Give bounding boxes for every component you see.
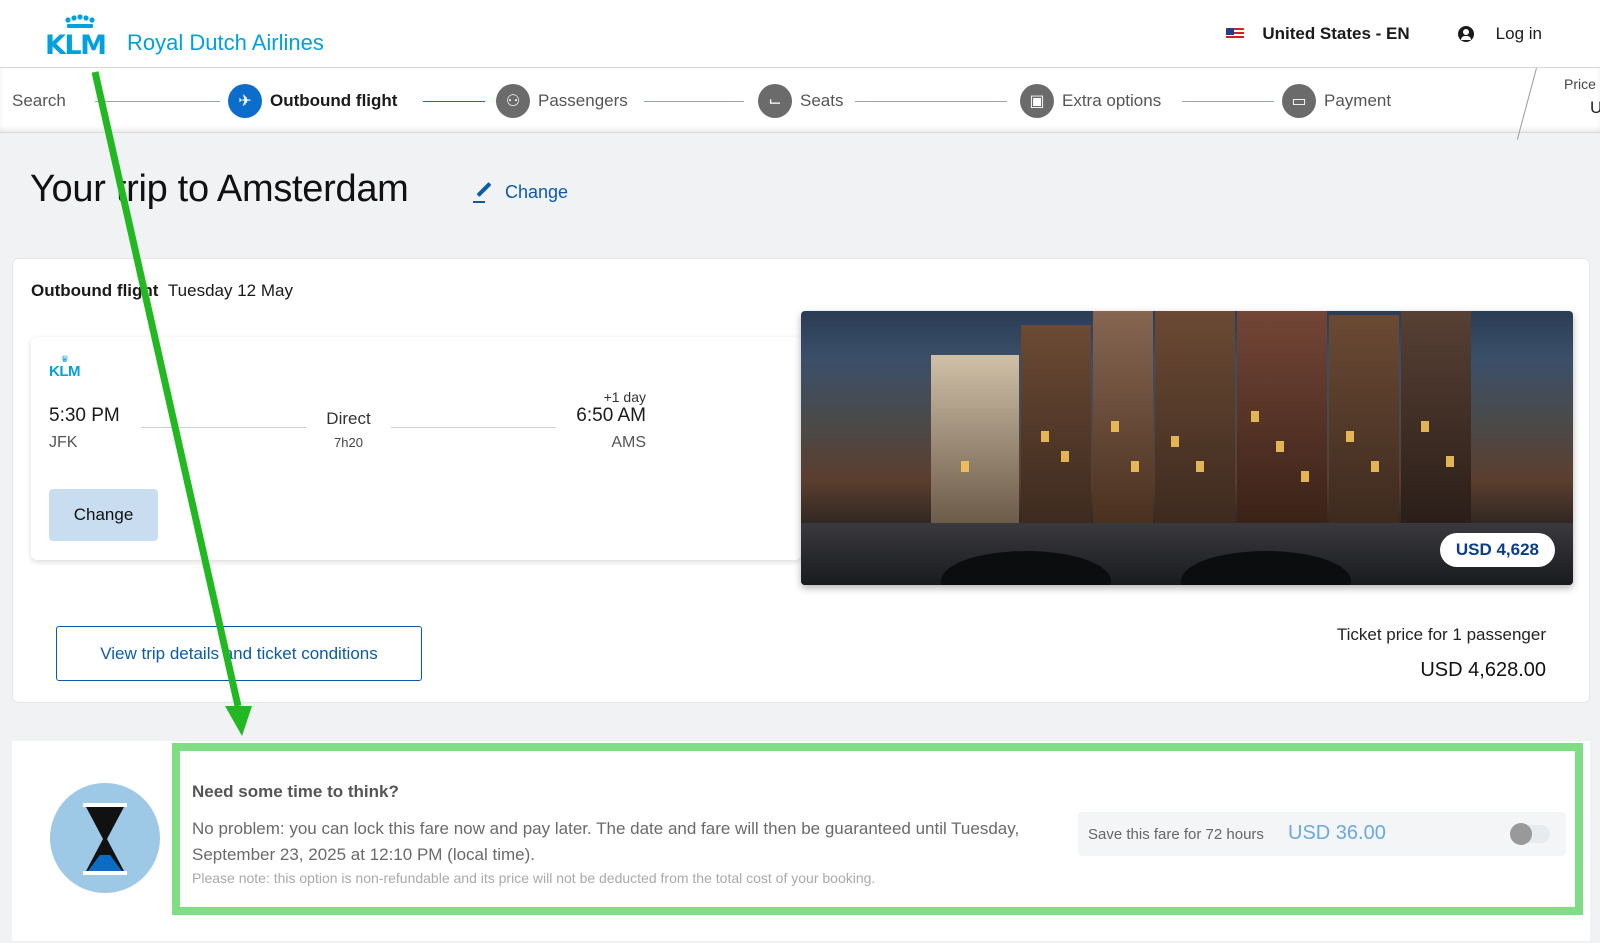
header-utilities: United States - EN Log in <box>1226 24 1542 44</box>
step-seats[interactable]: ⌙ Seats <box>758 84 843 118</box>
step-label: Extra options <box>1062 91 1162 110</box>
svg-text:KLM: KLM <box>45 30 106 56</box>
annotation-highlight-box <box>172 743 1583 915</box>
step-label: Seats <box>800 91 844 110</box>
price-tab-value: U <box>1590 98 1600 117</box>
change-trip-link[interactable]: Change <box>473 181 568 203</box>
step-search[interactable]: Search <box>0 84 66 118</box>
flight-summary: ♛ KLM 5:30 PM JFK Direct 7h20 +1 day 6:50… <box>31 337 801 560</box>
price-tab-label: Price <box>1564 76 1596 92</box>
step-connector <box>423 101 485 102</box>
ticket-price-label: Ticket price for 1 passenger <box>1336 625 1546 644</box>
step-connector <box>855 101 1007 102</box>
departure-time: 5:30 PM <box>49 405 120 426</box>
user-icon[interactable] <box>1457 26 1474 42</box>
step-passengers[interactable]: ⚇ Passengers <box>496 84 628 118</box>
seat-icon: ⌙ <box>758 84 792 118</box>
outbound-date: Tuesday 12 May <box>167 281 293 300</box>
step-outbound-flight[interactable]: ✈ Outbound flight <box>228 84 397 118</box>
tab-divider <box>1516 68 1537 140</box>
step-connector <box>95 101 220 102</box>
search-step-icon <box>0 84 6 118</box>
step-extra-options[interactable]: ▣ Extra options <box>1020 84 1161 118</box>
login-link[interactable]: Log in <box>1496 24 1542 44</box>
step-connector <box>644 101 744 102</box>
step-connector <box>1182 101 1274 102</box>
booking-progress-steps: Search ✈ Outbound flight ⚇ Passengers ⌙ … <box>0 67 1600 140</box>
plane-icon: ✈ <box>228 84 262 118</box>
outbound-heading: Outbound flight Tuesday 12 May <box>31 281 293 301</box>
klm-mini-logo-icon: ♛ KLM <box>49 354 81 381</box>
stops-label: Direct <box>326 409 371 428</box>
hourglass-icon <box>50 783 160 893</box>
step-label: Payment <box>1324 91 1392 110</box>
luggage-icon: ▣ <box>1020 84 1054 118</box>
klm-crown-logo-icon: KLM <box>45 14 115 61</box>
price-summary-tab[interactable]: Price U <box>1512 68 1600 140</box>
klm-logo[interactable]: KLM Royal Dutch Airlines <box>45 14 324 61</box>
departure-airport: JFK <box>49 434 78 451</box>
pencil-icon <box>473 181 495 203</box>
route-line <box>141 427 306 428</box>
brand-name: Royal Dutch Airlines <box>127 30 324 55</box>
arrival-time: 6:50 AM <box>576 405 646 426</box>
photo-price-badge: USD 4,628 <box>1439 533 1555 567</box>
step-label: Search <box>12 91 66 110</box>
arrival-airport: AMS <box>611 434 646 451</box>
site-header: KLM Royal Dutch Airlines United States -… <box>0 0 1600 67</box>
route-line <box>391 427 556 428</box>
change-link-label: Change <box>505 181 569 202</box>
step-label: Passengers <box>538 91 628 110</box>
step-payment[interactable]: ▭ Payment <box>1282 84 1391 118</box>
passengers-icon: ⚇ <box>496 84 530 118</box>
us-flag-icon <box>1226 28 1245 40</box>
locale-selector[interactable]: United States - EN <box>1262 24 1409 44</box>
outbound-label: Outbound flight <box>31 281 159 300</box>
change-flight-button[interactable]: Change <box>49 489 158 541</box>
day-offset: +1 day <box>603 389 646 405</box>
amsterdam-canal-photo: USD 4,628 <box>801 311 1573 585</box>
ticket-price-value: USD 4,628.00 <box>1420 659 1546 681</box>
step-label: Outbound flight <box>270 91 398 110</box>
flight-duration: 7h20 <box>334 435 363 450</box>
page-title: Your trip to Amsterdam <box>30 168 409 210</box>
view-trip-details-button[interactable]: View trip details and ticket conditions <box>56 626 422 681</box>
card-icon: ▭ <box>1282 84 1316 118</box>
